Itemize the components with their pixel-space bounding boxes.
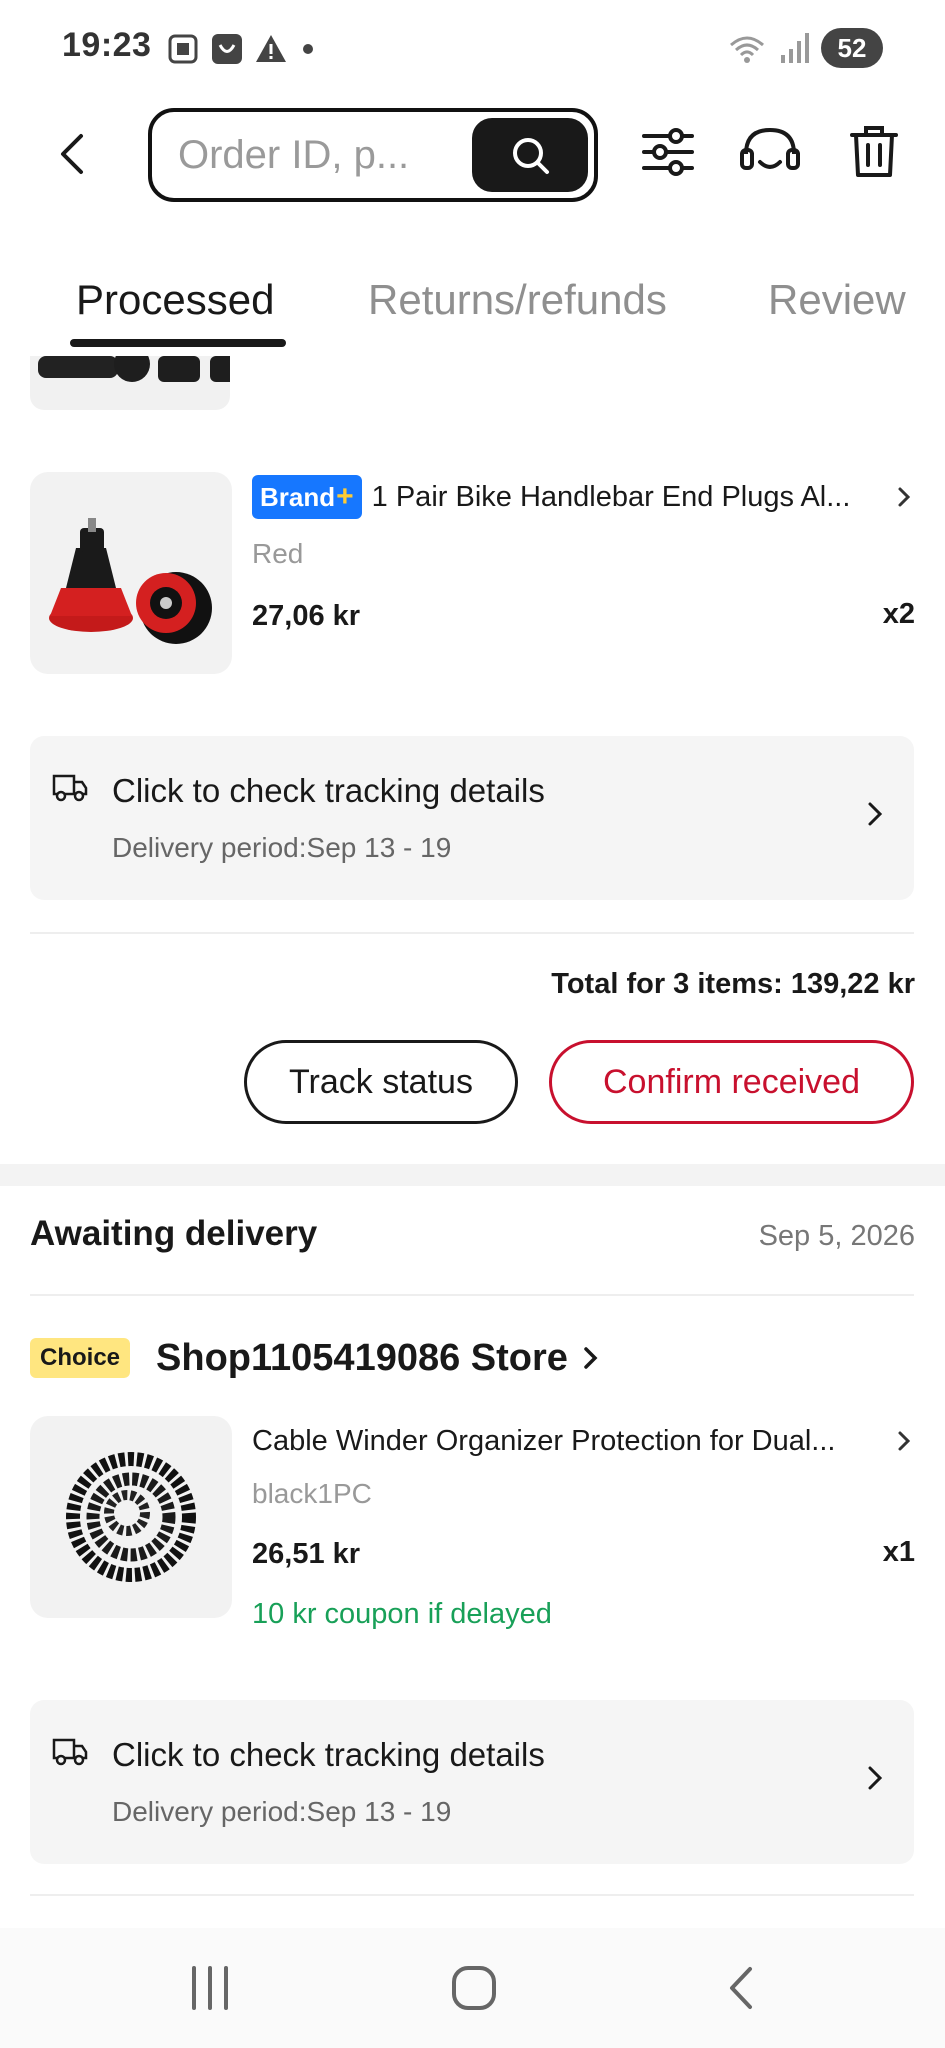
product-title-row[interactable]: Cable Winder Organizer Protection for Du… xyxy=(252,1418,912,1464)
tab-processed[interactable]: Processed xyxy=(76,276,274,324)
order-product-item[interactable]: Cable Winder Organizer Protection for Du… xyxy=(0,1416,945,1656)
product-image[interactable] xyxy=(30,472,232,674)
chevron-right-icon xyxy=(898,1431,911,1451)
product-quantity: x2 xyxy=(882,598,915,630)
back-button[interactable] xyxy=(48,124,96,184)
order-total: Total for 3 items: 139,22 kr xyxy=(551,968,915,1000)
store-row[interactable]: Choice Shop1105419086 Store xyxy=(30,1332,600,1384)
tracking-title: Click to check tracking details xyxy=(112,772,545,809)
delivery-period: Delivery period:Sep 13 - 19 xyxy=(112,1796,452,1827)
nav-home-button[interactable] xyxy=(434,1958,514,2018)
status-bar: 19:23 52 xyxy=(0,0,945,96)
chevron-right-icon xyxy=(898,487,911,507)
screenshot-icon xyxy=(168,34,198,64)
store-name: Shop1105419086 Store xyxy=(156,1336,568,1379)
search-button[interactable] xyxy=(472,118,588,192)
battery-indicator: 52 xyxy=(821,28,883,68)
product-quantity: x1 xyxy=(882,1536,915,1568)
tab-returns-refunds[interactable]: Returns/refunds xyxy=(368,276,667,324)
chevron-right-icon xyxy=(868,1766,883,1790)
system-nav-bar xyxy=(0,1928,945,2048)
order-product-item[interactable]: Brand + 1 Pair Bike Handlebar End Plugs A… xyxy=(0,472,945,676)
order-tabs: Processed Returns/refunds Review xyxy=(0,260,945,352)
nav-back-button[interactable] xyxy=(700,1958,780,2018)
signal-icon xyxy=(781,33,809,63)
trash-icon xyxy=(850,126,898,177)
choice-badge: Choice xyxy=(30,1338,131,1378)
truck-icon xyxy=(52,774,88,802)
order-date: Sep 5, 2026 xyxy=(758,1220,915,1252)
brand-badge-plus: + xyxy=(336,480,354,513)
divider xyxy=(30,1294,914,1296)
brand-badge-text: Brand xyxy=(260,481,336,512)
product-title: Cable Winder Organizer Protection for Du… xyxy=(252,1424,836,1457)
top-bar xyxy=(0,100,945,208)
track-status-button[interactable]: Track status xyxy=(244,1040,518,1124)
tab-active-indicator xyxy=(70,339,286,347)
back-icon xyxy=(61,134,83,174)
nav-recents-icon xyxy=(192,1966,228,2010)
divider xyxy=(30,932,914,934)
search-box xyxy=(148,108,598,202)
trash-button[interactable] xyxy=(842,120,906,184)
support-headset-icon xyxy=(740,127,800,170)
nav-back-icon xyxy=(730,1967,752,2009)
product-title-row[interactable]: Brand + 1 Pair Bike Handlebar End Plugs A… xyxy=(252,474,912,520)
filter-icon xyxy=(642,128,694,176)
wifi-icon xyxy=(730,36,764,63)
product-price: 26,51 kr xyxy=(252,1538,361,1570)
truck-icon xyxy=(52,1738,88,1766)
product-variant: black1PC xyxy=(252,1478,372,1509)
nav-home-icon xyxy=(452,1966,496,2010)
status-notification-icons xyxy=(166,32,318,66)
search-icon xyxy=(513,138,549,174)
product-image[interactable] xyxy=(30,1416,232,1618)
tracking-card[interactable]: Click to check tracking details Delivery… xyxy=(30,736,914,900)
support-button[interactable] xyxy=(738,120,802,184)
status-system-icons: 52 xyxy=(727,28,883,68)
delivery-period: Delivery period:Sep 13 - 19 xyxy=(112,832,452,863)
chevron-right-icon xyxy=(868,802,883,826)
order-status: Awaiting delivery xyxy=(30,1214,318,1253)
nav-recents-button[interactable] xyxy=(170,1958,250,2018)
app-notification-icon xyxy=(212,34,242,64)
tab-review[interactable]: Review xyxy=(768,276,906,324)
confirm-received-button[interactable]: Confirm received xyxy=(549,1040,914,1124)
filter-button[interactable] xyxy=(636,120,700,184)
product-image-partial xyxy=(30,356,230,410)
section-separator xyxy=(0,1164,945,1186)
product-variant: Red xyxy=(252,538,304,569)
tracking-title: Click to check tracking details xyxy=(112,1736,545,1773)
status-time: 19:23 xyxy=(62,26,152,64)
search-input[interactable] xyxy=(178,126,458,184)
brand-plus-badge: Brand + xyxy=(252,475,362,519)
warning-icon xyxy=(256,35,286,62)
dot-icon xyxy=(303,44,313,54)
delay-coupon-text: 10 kr coupon if delayed xyxy=(252,1598,552,1630)
tracking-card[interactable]: Click to check tracking details Delivery… xyxy=(30,1700,914,1864)
divider xyxy=(30,1894,914,1896)
chevron-right-icon xyxy=(584,1347,598,1369)
product-title: 1 Pair Bike Handlebar End Plugs Al... xyxy=(371,480,851,513)
product-price: 27,06 kr xyxy=(252,600,361,632)
